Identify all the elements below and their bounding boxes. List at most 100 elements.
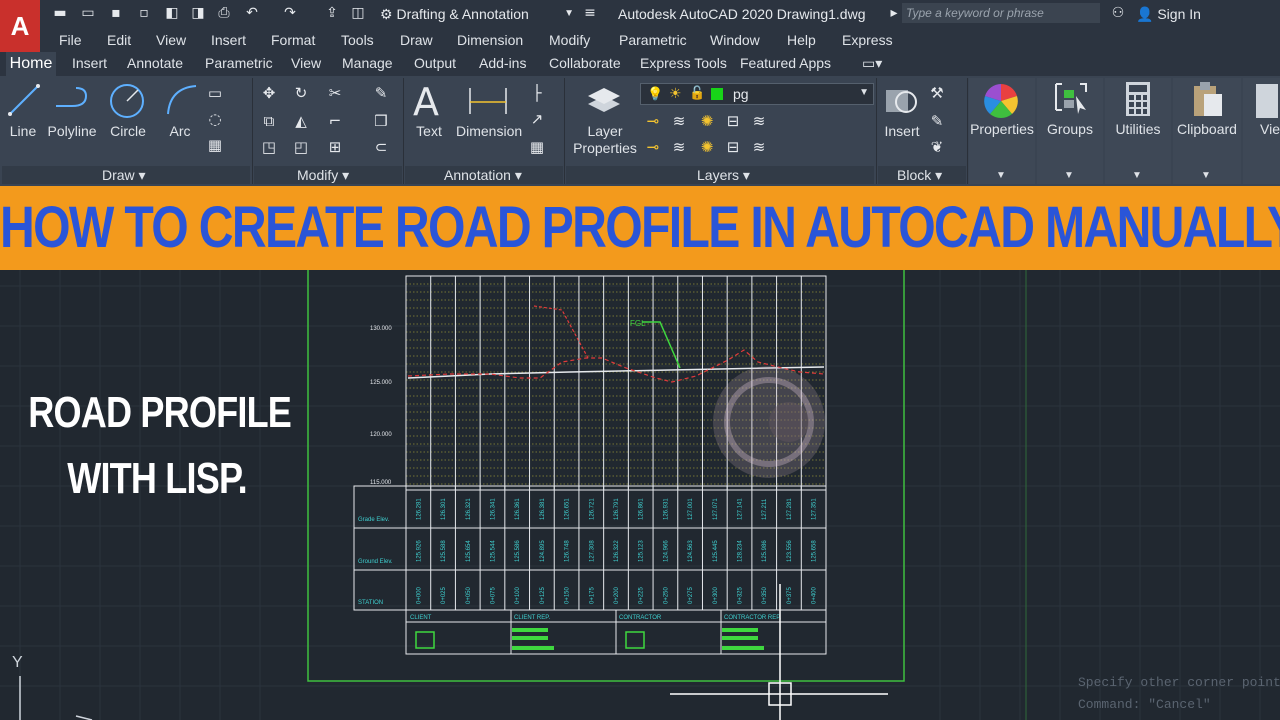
layer-unisolate-icon[interactable]: ≋ [670, 138, 688, 156]
leader-icon[interactable]: ↗ [528, 110, 546, 128]
fillet-icon[interactable]: ⌐ [326, 112, 344, 130]
ribbon-toggle-icon[interactable]: ▭▾ [862, 55, 882, 72]
move-icon[interactable]: ✥ [260, 84, 278, 102]
tab-annotate[interactable]: Annotate [127, 55, 183, 71]
menu-edit[interactable]: Edit [107, 32, 131, 48]
menu-dimension[interactable]: Dimension [457, 32, 523, 48]
line-button[interactable]: Line [4, 123, 42, 139]
binoculars-icon[interactable]: ⚇ [1110, 5, 1126, 21]
menu-help[interactable]: Help [787, 32, 816, 48]
menu-view[interactable]: View [156, 32, 186, 48]
tab-manage[interactable]: Manage [342, 55, 393, 71]
layer-match-icon[interactable]: ≋ [750, 112, 768, 130]
menu-tools[interactable]: Tools [341, 32, 374, 48]
mirror-icon[interactable]: ◭ [292, 112, 310, 130]
open-web-icon[interactable]: ◧ [164, 5, 180, 21]
tab-view[interactable]: View [291, 55, 321, 71]
layer-walk-icon[interactable]: ≋ [750, 138, 768, 156]
redo-icon[interactable]: ↷ [282, 5, 298, 21]
trim-icon[interactable]: ✂ [326, 84, 344, 102]
share-icon[interactable]: ⇪ [324, 5, 340, 21]
view-button[interactable]: Vie [1260, 121, 1280, 137]
layers-panel-title[interactable]: Layers ▾ [697, 167, 750, 184]
utilities-button[interactable]: Utilities [1105, 121, 1171, 137]
station-cell: 0+225 [639, 586, 645, 604]
menu-format[interactable]: Format [271, 32, 315, 48]
save-icon[interactable]: ▪ [108, 5, 124, 21]
menu-parametric[interactable]: Parametric [619, 32, 687, 48]
circle-button[interactable]: Circle [108, 123, 148, 139]
tab-insert[interactable]: Insert [72, 55, 107, 71]
panel-divider [876, 78, 877, 184]
tab-parametric[interactable]: Parametric [205, 55, 273, 71]
text-button[interactable]: Text [410, 123, 448, 139]
hatch-icon[interactable]: ◌ [206, 110, 224, 128]
text-icon: A [413, 80, 439, 124]
tab-collaborate[interactable]: Collaborate [549, 55, 621, 71]
properties-button[interactable]: Properties [969, 121, 1035, 137]
tab-express-tools[interactable]: Express Tools [640, 55, 727, 71]
explode-icon[interactable]: ❒ [372, 112, 390, 130]
search-expand-icon[interactable]: ▸ [886, 5, 902, 21]
grade-elev-cell: 127.281 [787, 498, 793, 520]
tab-featured-apps[interactable]: Featured Apps [740, 55, 831, 71]
save-web-icon[interactable]: ◨ [190, 5, 206, 21]
tab-home[interactable]: Home [6, 52, 56, 76]
stretch-icon[interactable]: ◳ [260, 138, 278, 156]
create-block-icon[interactable]: ⚒ [928, 84, 946, 102]
modify-panel-title[interactable]: Modify ▾ [297, 167, 349, 184]
polyline-button[interactable]: Polyline [44, 123, 100, 139]
block-panel-title[interactable]: Block ▾ [897, 167, 942, 184]
rotate-icon[interactable]: ↻ [292, 84, 310, 102]
linear-dimension-icon[interactable]: ├ [528, 84, 546, 102]
workspace-dropdown[interactable]: ⚙ Drafting & Annotation ▼ [380, 4, 576, 24]
customize-toolbar-icon[interactable]: ≡ [582, 5, 598, 21]
menu-express[interactable]: Express [842, 32, 893, 48]
menu-file[interactable]: File [59, 32, 82, 48]
insert-button[interactable]: Insert [880, 123, 924, 139]
offset-icon[interactable]: ⊂ [372, 138, 390, 156]
layer-on-icon[interactable]: ⊸ [644, 138, 662, 156]
sign-in-button[interactable]: 👤 Sign In [1136, 4, 1201, 24]
menu-modify[interactable]: Modify [549, 32, 590, 48]
layer-lock-icon[interactable]: ⊟ [724, 112, 742, 130]
layer-freeze-icon[interactable]: ✺ [698, 112, 716, 130]
match-properties-icon[interactable]: ◫ [350, 5, 366, 21]
chevron-down-icon: ▼ [1132, 170, 1142, 181]
arc-button[interactable]: Arc [162, 123, 198, 139]
layer-dropdown[interactable]: 💡 ☀ 🔓 pg ▼ [640, 83, 874, 105]
layer-off-icon[interactable]: ⊸ [644, 112, 662, 130]
search-input[interactable]: Type a keyword or phrase [902, 3, 1100, 23]
tab-output[interactable]: Output [414, 55, 456, 71]
layer-isolate-icon[interactable]: ≋ [670, 112, 688, 130]
groups-button[interactable]: Groups [1037, 121, 1103, 137]
table-icon[interactable]: ▦ [528, 138, 546, 156]
layer-properties-button[interactable]: Layer Properties [570, 123, 640, 157]
erase-icon[interactable]: ✎ [372, 84, 390, 102]
new-file-icon[interactable]: ▬ [52, 5, 68, 21]
menu-window[interactable]: Window [710, 32, 760, 48]
copy-icon[interactable]: ⧉ [260, 112, 278, 130]
station-cell: 0+150 [565, 586, 571, 604]
layer-unlock-icon[interactable]: ⊟ [724, 138, 742, 156]
tab-add-ins[interactable]: Add-ins [479, 55, 526, 71]
edit-block-icon[interactable]: ✎ [928, 112, 946, 130]
undo-icon[interactable]: ↶ [244, 5, 260, 21]
boundary-icon[interactable]: ▦ [206, 136, 224, 154]
menu-draw[interactable]: Draw [400, 32, 433, 48]
ground-elev-cell: 124.966 [663, 540, 669, 562]
rectangle-icon[interactable]: ▭ [206, 84, 224, 102]
dimension-button[interactable]: Dimension [456, 123, 522, 139]
scale-icon[interactable]: ◰ [292, 138, 310, 156]
application-menu-button[interactable]: A [0, 0, 40, 52]
clipboard-button[interactable]: Clipboard [1173, 121, 1241, 137]
open-file-icon[interactable]: ▭ [80, 5, 96, 21]
block-attributes-icon[interactable]: ❦ [928, 138, 946, 156]
array-icon[interactable]: ⊞ [326, 138, 344, 156]
annotation-panel-title[interactable]: Annotation ▾ [444, 167, 522, 184]
draw-panel-title[interactable]: Draw ▾ [102, 167, 146, 184]
save-as-icon[interactable]: ▫ [136, 5, 152, 21]
layer-thaw-icon[interactable]: ✺ [698, 138, 716, 156]
menu-insert[interactable]: Insert [211, 32, 246, 48]
plot-icon[interactable]: ⎙ [216, 5, 232, 21]
